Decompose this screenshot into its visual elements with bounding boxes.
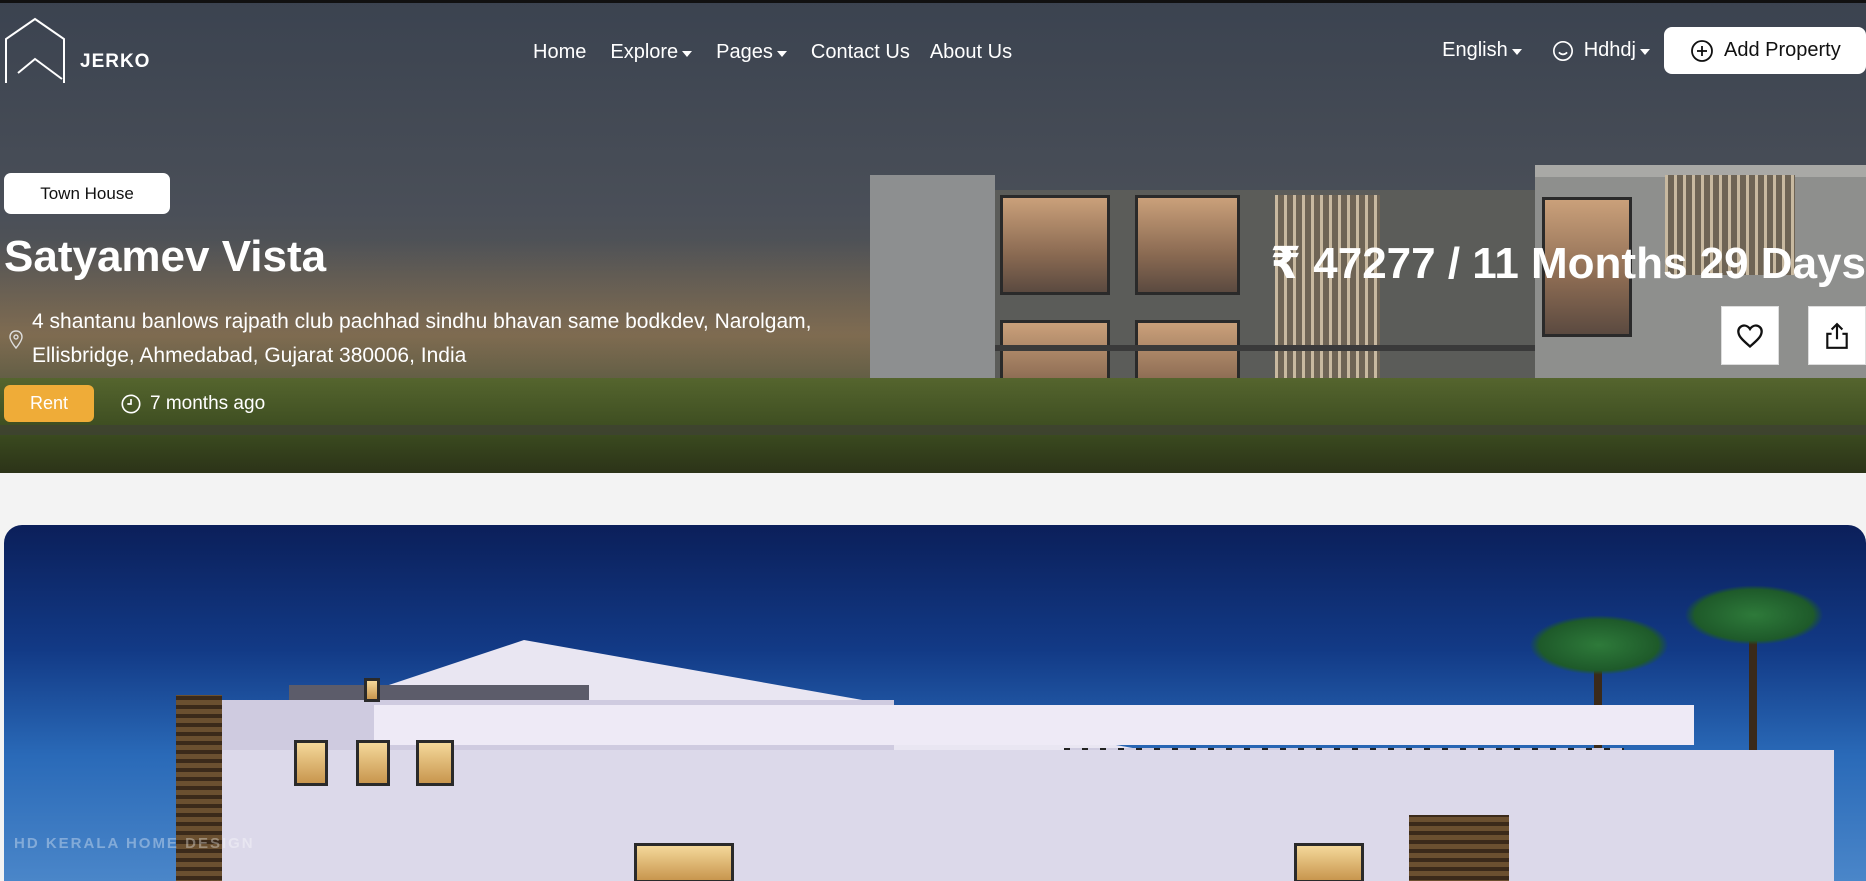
top-navbar: JERKO Home Explore Pages Contact Us Abou…: [0, 3, 1866, 99]
posted-label: 7 months ago: [150, 392, 266, 414]
main-menu: Home Explore Pages Contact Us About Us: [533, 41, 1036, 64]
caret-down-icon: [1511, 48, 1522, 55]
nav-pages[interactable]: Pages: [716, 41, 787, 64]
property-title: Satyamev Vista: [4, 232, 327, 281]
nav-explore[interactable]: Explore: [610, 41, 693, 64]
clock-icon: [121, 393, 141, 414]
heart-icon: [1737, 323, 1763, 348]
share-icon: [1826, 322, 1848, 349]
caret-down-icon: [1640, 48, 1650, 55]
posted-time: 7 months ago: [120, 393, 265, 415]
property-main-image[interactable]: HD KERALA HOME DESIGN: [4, 525, 1866, 881]
property-address: 4 shantanu banlows rajpath club pachhad …: [4, 305, 884, 373]
caret-down-icon: [682, 50, 693, 57]
logo-house-icon: [5, 17, 65, 83]
plus-circle-icon: [1691, 39, 1713, 62]
caret-down-icon: [776, 50, 787, 57]
nav-about[interactable]: About Us: [930, 41, 1012, 64]
property-price: ₹ 47277 / 11 Months 29 Days: [1270, 239, 1866, 288]
address-text: 4 shantanu banlows rajpath club pachhad …: [32, 310, 812, 367]
nav-home[interactable]: Home: [533, 41, 586, 64]
favorite-button[interactable]: [1721, 306, 1779, 365]
property-meta: Rent 7 months ago: [4, 385, 265, 422]
nav-explore-label: Explore: [610, 41, 679, 63]
status-badge: Rent: [4, 385, 94, 422]
map-pin-icon: [9, 330, 23, 350]
language-label: English: [1442, 39, 1508, 61]
nav-about-label: About Us: [929, 41, 1013, 63]
hero-road: [0, 425, 1866, 435]
brand-name: JERKO: [80, 51, 151, 72]
user-name: Hdhdj: [1583, 39, 1636, 61]
share-button[interactable]: [1808, 306, 1866, 365]
nav-home-label: Home: [533, 41, 587, 63]
nav-contact-label: Contact Us: [810, 41, 910, 63]
nav-pages-label: Pages: [716, 41, 773, 63]
smile-icon: [1552, 40, 1573, 61]
user-menu[interactable]: Hdhdj: [1552, 39, 1650, 62]
property-type-badge: Town House: [4, 173, 170, 214]
nav-contact[interactable]: Contact Us: [811, 41, 910, 64]
add-property-label: Add Property: [1724, 39, 1841, 61]
image-watermark: HD KERALA HOME DESIGN: [14, 835, 255, 852]
add-property-button[interactable]: Add Property: [1664, 27, 1866, 74]
nav-actions: English Hdhdj Add Property: [1442, 27, 1866, 74]
language-dropdown[interactable]: English: [1442, 39, 1522, 62]
brand-logo[interactable]: JERKO: [4, 17, 164, 87]
